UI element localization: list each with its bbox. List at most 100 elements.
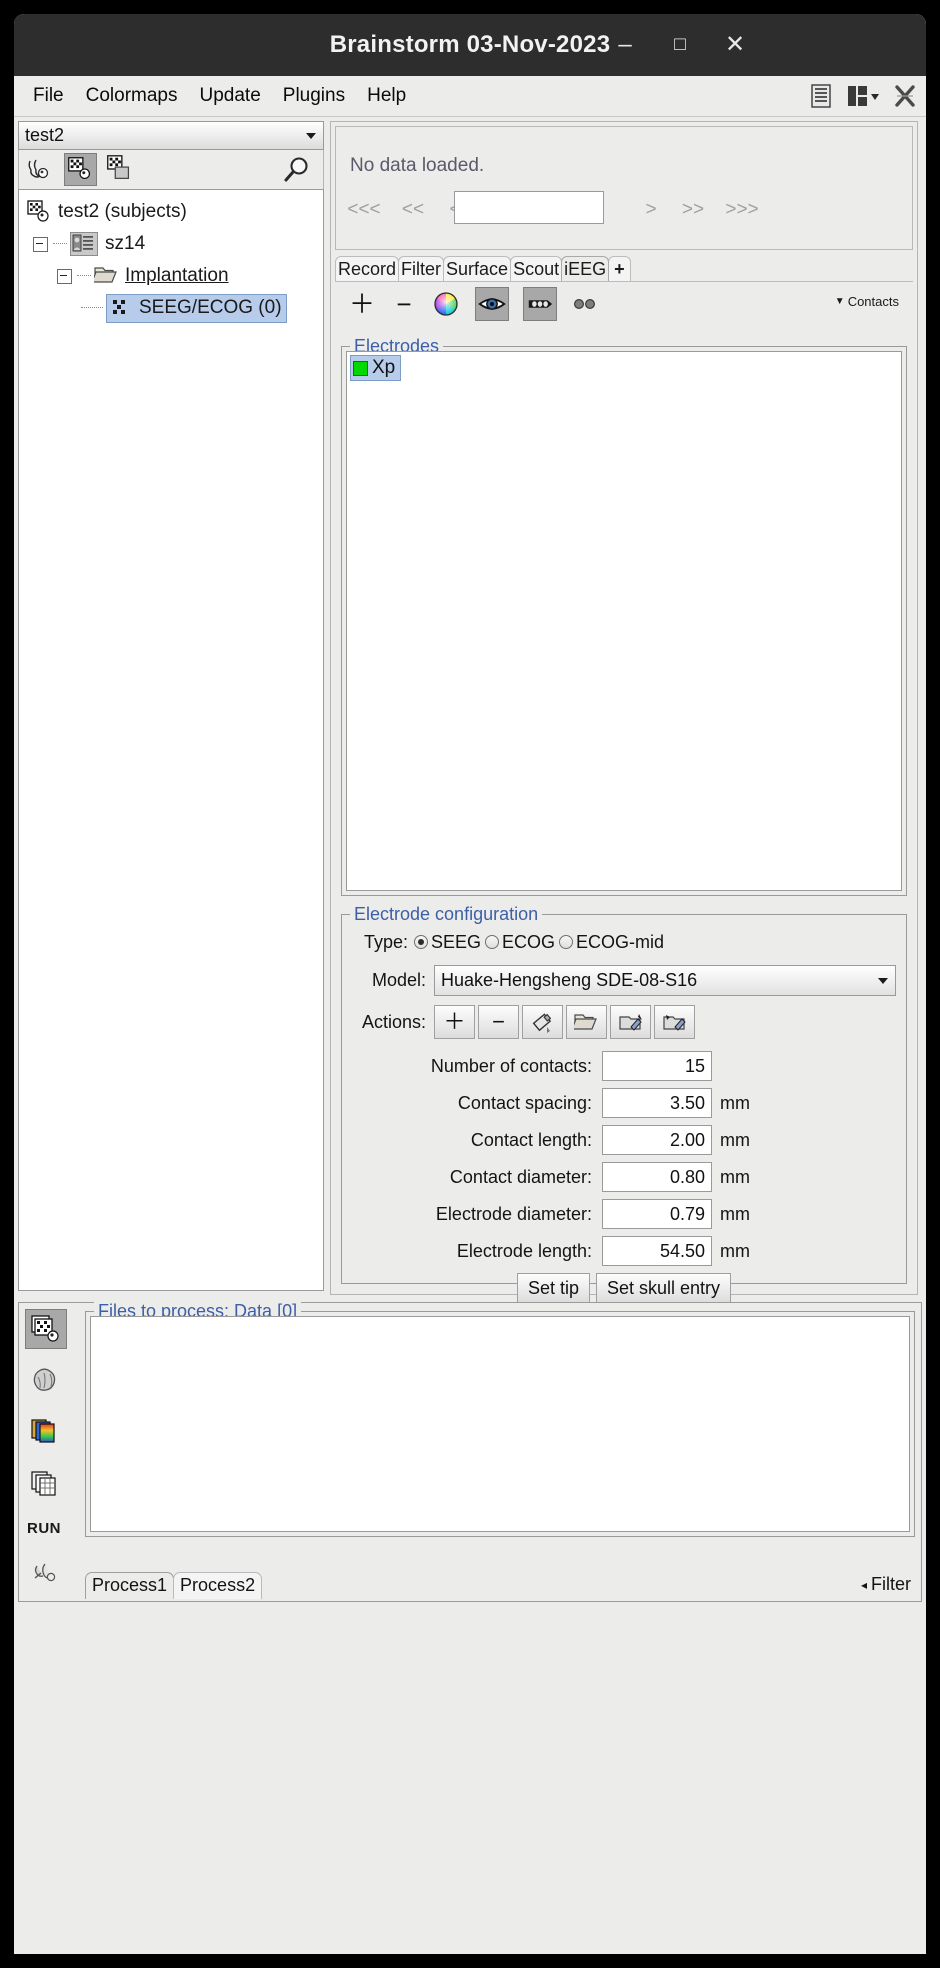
electrode-diameter-input[interactable] xyxy=(602,1199,712,1229)
run-button[interactable]: RUN xyxy=(27,1520,61,1537)
field-row: Electrode length: mm xyxy=(352,1236,896,1266)
folder-open-icon[interactable] xyxy=(566,1005,607,1039)
model-selector[interactable]: Huake-Hengsheng SDE-08-S16 xyxy=(434,964,896,996)
electrodes-list[interactable]: Xp xyxy=(346,351,902,891)
nav-first-button[interactable]: <<< xyxy=(336,199,392,221)
set-skull-entry-button[interactable]: Set skull entry xyxy=(595,1272,732,1304)
radio-ecog[interactable] xyxy=(485,935,500,949)
tab-record[interactable]: Record xyxy=(335,256,400,281)
eye-icon[interactable] xyxy=(475,287,509,321)
type-row: Type: SEEG ECOG ECOG-mid xyxy=(352,927,906,957)
nav-last-button[interactable]: >>> xyxy=(714,199,770,221)
color-fill-icon[interactable] xyxy=(522,1005,563,1039)
anatomy-view-button[interactable] xyxy=(25,153,58,186)
contact-diameter-input[interactable] xyxy=(602,1162,712,1192)
tree-item-label: Implantation xyxy=(125,265,229,286)
subject-icon xyxy=(70,232,98,256)
tree-item-subject[interactable]: sz14 xyxy=(19,228,323,260)
tree-item-selection[interactable]: SEEG/ECOG (0) xyxy=(106,293,287,323)
menu-file[interactable]: File xyxy=(22,81,75,111)
process-recordings-button[interactable] xyxy=(25,1309,67,1349)
menu-update[interactable]: Update xyxy=(189,81,272,111)
title-bar: Brainstorm 03-Nov-2023 – □ ✕ xyxy=(14,14,926,76)
tree-connector xyxy=(81,307,103,309)
contact-diameter-label: Contact diameter: xyxy=(449,1166,592,1187)
process-timefreq-button[interactable] xyxy=(25,1413,67,1453)
tab-add-button[interactable]: + xyxy=(608,256,631,281)
window-title: Brainstorm 03-Nov-2023 xyxy=(329,31,611,58)
contact-spacing-input[interactable] xyxy=(602,1088,712,1118)
filter-toggle[interactable]: ◂ Filter xyxy=(861,1574,911,1595)
add-electrode-button[interactable]: ＋ xyxy=(434,1005,475,1039)
pipeline-icon[interactable] xyxy=(25,1553,67,1593)
no-data-message: No data loaded. xyxy=(350,155,485,176)
protocol-selector-value: test2 xyxy=(25,125,65,145)
chevron-down-icon: ▼ xyxy=(834,296,845,307)
window-layout-icon[interactable] xyxy=(846,83,880,109)
field-row: Electrode diameter: mm xyxy=(352,1199,896,1229)
process-sources-button[interactable] xyxy=(25,1361,67,1401)
process-sidebar: RUN xyxy=(21,1305,81,1599)
model-row: Model: Huake-Hengsheng SDE-08-S16 xyxy=(352,964,896,996)
number-of-contacts-input[interactable] xyxy=(602,1051,712,1081)
layout-report-icon[interactable] xyxy=(808,83,834,109)
close-button[interactable]: ✕ xyxy=(717,27,753,63)
tree-item-label: test2 (subjects) xyxy=(58,201,187,222)
list-item[interactable]: Xp xyxy=(350,355,402,381)
tab-process1[interactable]: Process1 xyxy=(85,1572,175,1599)
export-icon[interactable] xyxy=(610,1005,651,1039)
tree-item-seeg-ecog[interactable]: SEEG/ECOG (0) xyxy=(19,292,323,324)
color-wheel-icon[interactable] xyxy=(429,287,463,321)
two-dots-icon[interactable] xyxy=(567,287,601,321)
tab-scout[interactable]: Scout xyxy=(510,256,563,281)
electrode-color-swatch[interactable] xyxy=(353,360,368,376)
contacts-dropdown[interactable]: ▼ Contacts xyxy=(835,294,899,309)
folder-icon xyxy=(91,264,118,288)
protocol-icon xyxy=(27,200,51,224)
remove-electrode-button[interactable]: − xyxy=(478,1005,519,1039)
tab-filter[interactable]: Filter xyxy=(398,256,445,281)
expander-toggle[interactable] xyxy=(57,268,72,284)
remove-electrode-toolbar-button[interactable]: − xyxy=(387,287,421,321)
protocol-selector[interactable]: test2 xyxy=(18,121,324,150)
maximize-button[interactable]: □ xyxy=(662,27,698,63)
tab-process2[interactable]: Process2 xyxy=(173,1572,263,1599)
nav-next-page-button[interactable]: >> xyxy=(672,199,714,221)
time-value-input[interactable] xyxy=(454,191,604,224)
tree-item-implantation[interactable]: Implantation xyxy=(19,260,323,292)
radio-ecog-mid[interactable] xyxy=(559,935,574,949)
menu-help[interactable]: Help xyxy=(356,81,417,111)
brainstorm-main-window: Brainstorm 03-Nov-2023 – □ ✕ File Colorm… xyxy=(14,14,926,1954)
set-tip-button[interactable]: Set tip xyxy=(516,1272,590,1304)
chevron-down-icon xyxy=(878,977,888,984)
import-icon[interactable] xyxy=(654,1005,695,1039)
search-icon[interactable] xyxy=(281,154,313,186)
process-matrix-button[interactable] xyxy=(25,1465,67,1505)
tab-surface[interactable]: Surface xyxy=(443,256,512,281)
ieeg-tab-panel: No data loaded. <<< << < > >> >>> Record… xyxy=(330,121,918,1304)
nav-next-button[interactable]: > xyxy=(630,199,672,221)
panel-tabs: Record Filter Surface Scout iEEG + xyxy=(335,254,913,281)
subject-tree[interactable]: test2 (subjects) sz14 Implantation SEEG/… xyxy=(18,189,324,1291)
process-tabs: Process1 Process2 xyxy=(85,1572,263,1599)
electrode-icon[interactable] xyxy=(523,287,557,321)
menu-plugins[interactable]: Plugins xyxy=(272,81,356,111)
files-to-process-list[interactable] xyxy=(90,1316,910,1532)
functional-conditions-view-button[interactable] xyxy=(104,153,137,186)
nav-prev-page-button[interactable]: << xyxy=(392,199,434,221)
functional-subjects-view-button[interactable] xyxy=(64,153,97,186)
tab-ieeg[interactable]: iEEG xyxy=(561,256,610,281)
contact-length-unit: mm xyxy=(720,1129,750,1150)
menu-colormaps[interactable]: Colormaps xyxy=(75,81,189,111)
close-all-icon[interactable] xyxy=(892,83,918,109)
expander-toggle[interactable] xyxy=(33,236,48,252)
add-electrode-toolbar-button[interactable]: ＋ xyxy=(345,287,379,321)
radio-seeg[interactable] xyxy=(414,935,428,949)
model-selector-value: Huake-Hengsheng SDE-08-S16 xyxy=(441,969,698,990)
electrode-length-input[interactable] xyxy=(602,1236,712,1266)
minimize-button[interactable]: – xyxy=(607,27,643,63)
electrode-diameter-unit: mm xyxy=(720,1203,750,1224)
contact-length-input[interactable] xyxy=(602,1125,712,1155)
tree-item-protocol[interactable]: test2 (subjects) xyxy=(19,196,323,228)
electrode-name: Xp xyxy=(372,357,396,378)
